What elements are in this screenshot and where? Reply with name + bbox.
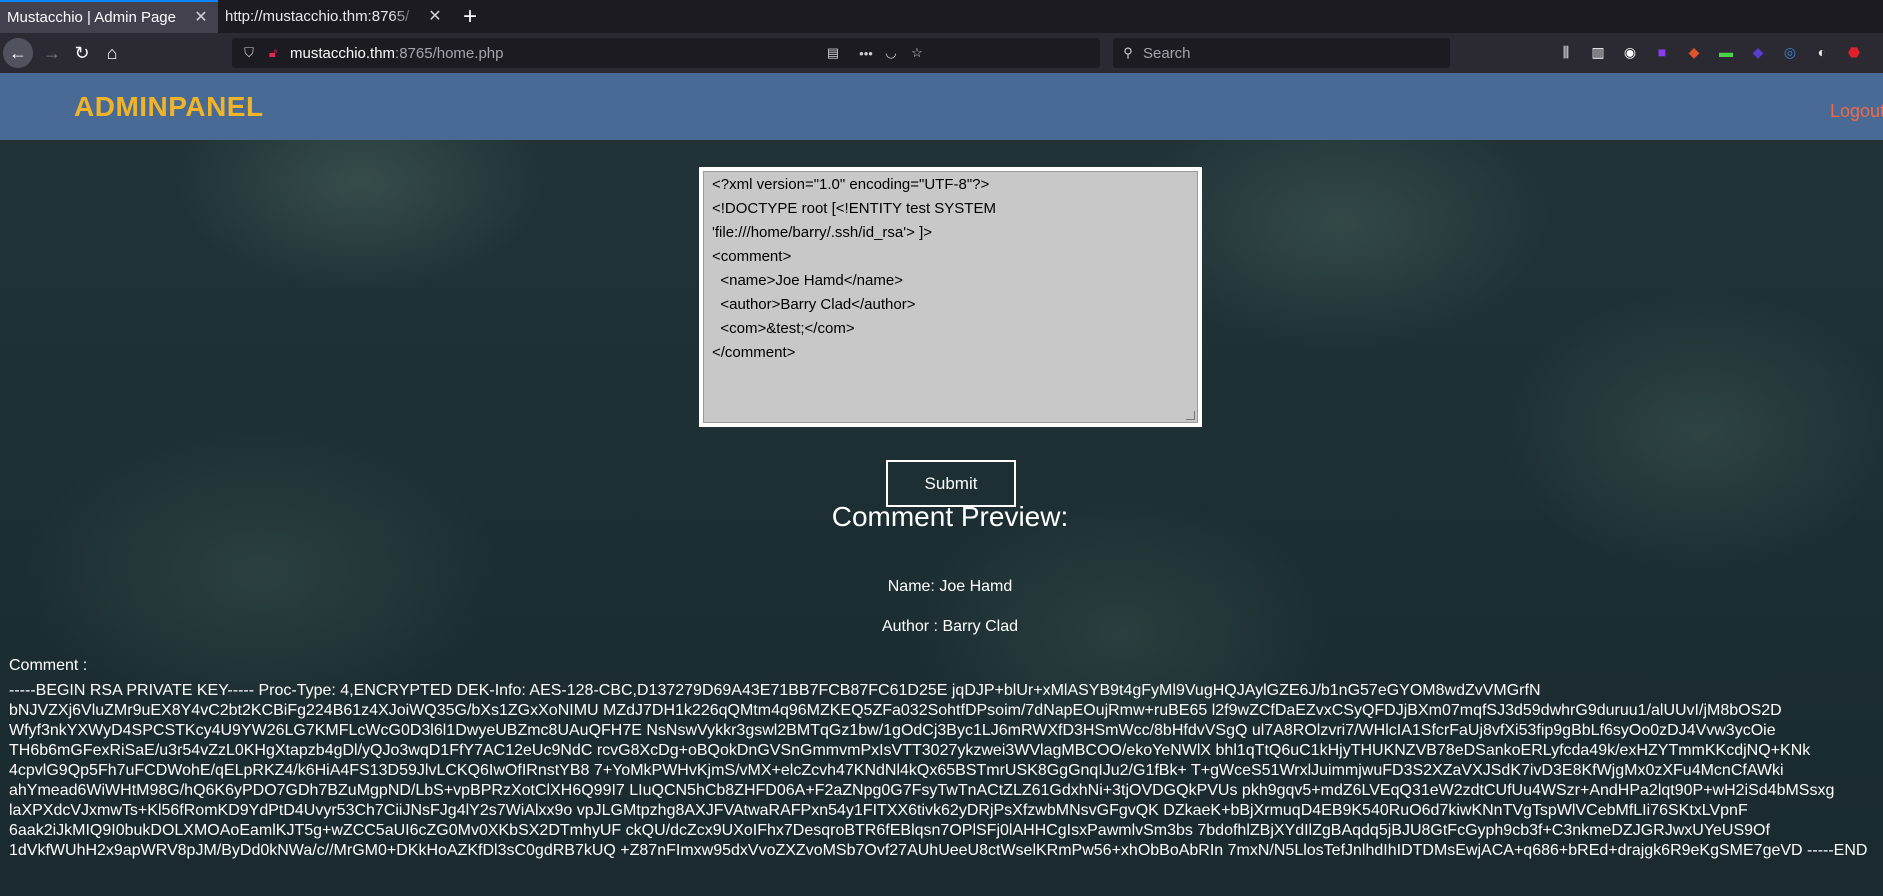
extension-globe-icon[interactable]: ◎ (1779, 41, 1801, 63)
comment-line: bNJVZXj6VluZMr9uEX8Y4vC2bt2KCBiFg224B61z… (9, 702, 1782, 719)
url-host: mustacchio.thm (290, 44, 396, 62)
url-path: :8765/home.php (395, 44, 504, 62)
page-content: ADMINPANEL Logout <?xml version="1.0" en… (0, 73, 1883, 896)
toolbar-right: ⫼ ▥ ◉ ■ ◆ ▬ ◆ ◎ ◐ ⬣ (1555, 41, 1865, 63)
tab-admin-page[interactable]: Mustacchio | Admin Page ✕ (0, 0, 218, 33)
bookmark-star-icon[interactable]: ☆ (908, 44, 926, 62)
search-input[interactable]: Search (1143, 45, 1191, 62)
extension-ninja-icon[interactable]: ◐ (1811, 41, 1833, 63)
comment-line: -----BEGIN RSA PRIVATE KEY----- Proc-Typ… (9, 682, 1541, 699)
close-icon[interactable]: ✕ (192, 9, 210, 27)
library-icon[interactable]: ⫼ (1555, 41, 1577, 63)
account-icon[interactable]: ◉ (1619, 41, 1641, 63)
comment-body: -----BEGIN RSA PRIVATE KEY----- Proc-Typ… (9, 681, 1883, 861)
comment-label: Comment : (9, 657, 88, 674)
brand-title: ADMINPANEL (74, 91, 264, 122)
comment-line: Wfyf3nkYXWyD4SPCSTKcy4U9YW26LG7KMFLcWcG0… (9, 722, 1776, 739)
shield-icon[interactable]: ⛉ (240, 44, 258, 62)
search-bar[interactable]: ⚲ Search (1113, 38, 1450, 68)
navigation-bar: ← → ↻ ⌂ ⛉ 🔓︎ mustacchio.thm:8765/home.ph… (0, 33, 1883, 73)
search-icon: ⚲ (1123, 45, 1133, 60)
tab-title: http://mustacchio.thm:8765/ (225, 8, 410, 25)
comment-line: 4cpvlG9Qp5Fh7uFCDWohE/qELpRKZ4/k6HiA4FS1… (9, 762, 1784, 779)
extension-diamond-icon[interactable]: ◆ (1747, 41, 1769, 63)
comment-line: 6aak2iJkMIQ9I0bukDOLXMOAoEamlKJT5g+wZCC5… (9, 822, 1770, 839)
new-tab-button[interactable]: + (452, 0, 488, 33)
preview-author: Author : Barry Clad (881, 618, 1019, 635)
more-actions-icon[interactable]: ••• (857, 44, 875, 62)
extension-fox-icon[interactable]: ◆ (1683, 41, 1705, 63)
tab-strip: Mustacchio | Admin Page ✕ http://mustacc… (0, 0, 1883, 33)
preview-name: Name: Joe Hamd (887, 578, 1013, 595)
reader-view-icon[interactable]: ▤ (824, 44, 842, 62)
submit-button[interactable]: Submit (886, 460, 1016, 507)
logout-link[interactable]: Logout (1830, 101, 1883, 122)
admin-header: ADMINPANEL Logout (0, 73, 1883, 140)
extension-toggle-icon[interactable]: ▬ (1715, 41, 1737, 63)
reload-icon[interactable]: ↻ (67, 38, 97, 68)
close-icon[interactable]: ✕ (426, 8, 444, 26)
comment-line: TH6b6mGFexRiSaE/u3r54vZzL0KHgXtapzb4gDl/… (9, 742, 1811, 759)
extension-purple-icon[interactable]: ■ (1651, 41, 1673, 63)
xml-textarea[interactable]: <?xml version="1.0" encoding="UTF-8"?> <… (703, 171, 1198, 423)
forward-arrow-icon[interactable]: → (37, 38, 67, 68)
adblock-icon[interactable]: ⬣ (1843, 41, 1865, 63)
url-bar[interactable]: ⛉ 🔓︎ mustacchio.thm:8765/home.php ▤ ••• … (232, 38, 1100, 68)
comment-preview-heading: Comment Preview: (831, 501, 1069, 532)
tab-title: Mustacchio | Admin Page (7, 9, 176, 26)
pocket-icon[interactable]: ◡ (882, 44, 900, 62)
resize-handle-icon[interactable] (1186, 411, 1195, 420)
home-icon[interactable]: ⌂ (97, 38, 127, 68)
tab-home[interactable]: http://mustacchio.thm:8765/ ✕ (218, 0, 452, 33)
xml-input-frame: <?xml version="1.0" encoding="UTF-8"?> <… (699, 167, 1202, 427)
back-arrow-icon[interactable]: ← (3, 38, 33, 68)
insecure-lock-icon[interactable]: 🔓︎ (264, 44, 282, 62)
sidebar-icon[interactable]: ▥ (1587, 41, 1609, 63)
comment-line: laXPXdcVJxmwTs+Kl56fRomKD9YdPtD4Uvyr53Ch… (9, 802, 1748, 819)
comment-line: 1dVkfWUhH2x9apWRV8pJM/ByDd0kNWa/c//MrGM0… (9, 842, 1868, 859)
comment-line: ahYmead6WiWHtM98G/hQ6K6yPDO7GDh7BZuMgpND… (9, 782, 1835, 799)
